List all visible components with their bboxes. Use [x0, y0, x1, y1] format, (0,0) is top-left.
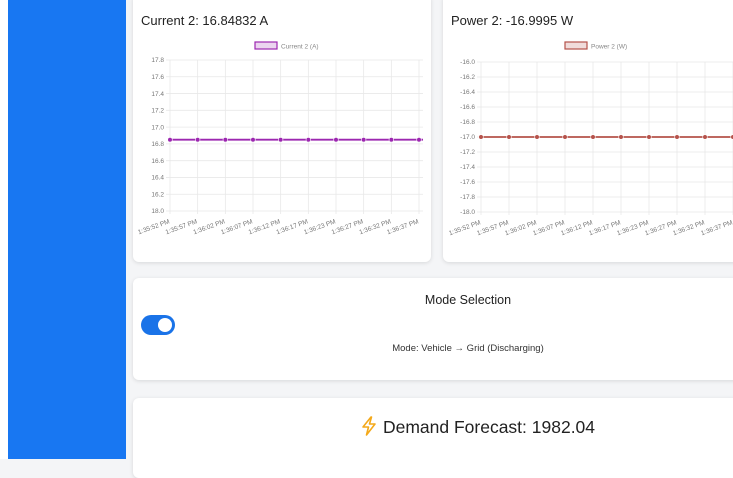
data-point [646, 134, 652, 140]
y-tick-label: -16.2 [460, 74, 475, 81]
data-point [506, 134, 512, 140]
y-tick-label: 17.6 [151, 74, 164, 81]
data-point [590, 134, 596, 140]
mode-selection-card: Mode Selection Mode: Vehicle → Grid (Dis… [133, 278, 733, 380]
y-tick-label: -16.4 [460, 89, 475, 96]
toggle-knob [158, 318, 172, 332]
mode-status-text: Mode: Vehicle → Grid (Discharging) [392, 343, 544, 354]
y-tick-label: 18.0 [151, 208, 164, 215]
y-tick-label: 17.0 [151, 124, 164, 131]
power-chart-card: Power 2: -16.9995 W Power 2 (W) -16.0 -16.… [443, 0, 733, 262]
y-tick-label: 17.2 [151, 108, 164, 115]
data-point [674, 134, 680, 140]
x-tick-label: 1:36:37 PM [700, 219, 733, 237]
power-chart: Power 2 (W) -16.0 -16.2 -16.4 -16.6 -16.8 -17.… [448, 41, 733, 237]
data-point [618, 134, 624, 140]
y-tick-label: -17.2 [460, 149, 475, 156]
data-point [388, 137, 394, 143]
data-point [278, 137, 284, 143]
y-tick-label: -18.0 [460, 209, 475, 216]
mode-toggle[interactable] [141, 315, 175, 335]
mode-selection-title: Mode Selection [424, 293, 512, 307]
sidebar [8, 0, 126, 459]
data-point [361, 137, 367, 143]
legend-label: Current 2 (A) [281, 44, 319, 51]
current-chart: Current 2 (A) 17.8 17.6 17.4 17.2 17.0 16.8 16.… [137, 41, 423, 236]
x-tick-label: 1:36:37 PM [386, 218, 420, 236]
demand-forecast-card: Demand Forecast: 1982.04 [133, 398, 733, 478]
data-point [222, 137, 228, 143]
lightning-bolt-icon [362, 416, 376, 436]
y-tick-label: 17.8 [151, 57, 164, 64]
y-tick-label: 16.6 [151, 158, 164, 165]
y-tick-label: -17.4 [460, 164, 475, 171]
data-point [534, 134, 540, 140]
y-tick-label: -16.8 [460, 119, 475, 126]
y-tick-label: -17.6 [460, 179, 475, 186]
data-point [333, 137, 339, 143]
y-tick-label: 16.2 [151, 191, 164, 198]
data-point [702, 134, 708, 140]
window-edge [0, 0, 8, 459]
y-tick-label: 16.4 [151, 175, 164, 182]
data-point [416, 137, 422, 143]
current-chart-card: Current 2: 16.84832 A Current 2 (A) 17.8 1… [133, 0, 431, 262]
data-point [250, 137, 256, 143]
data-point [195, 137, 201, 143]
data-point [562, 134, 568, 140]
legend-label: Power 2 (W) [591, 44, 627, 51]
data-point [305, 137, 311, 143]
y-tick-label: -16.0 [460, 59, 475, 66]
y-tick-label: -17.8 [460, 194, 475, 201]
y-tick-label: -17.0 [460, 134, 475, 141]
forecast-row: Demand Forecast: 1982.04 [133, 416, 733, 438]
y-tick-label: -16.6 [460, 104, 475, 111]
y-tick-label: 17.4 [151, 91, 164, 98]
legend-swatch [254, 41, 278, 50]
data-point [167, 137, 173, 143]
demand-forecast-text: Demand Forecast: 1982.04 [382, 417, 596, 437]
data-point [478, 134, 484, 140]
y-tick-label: 16.8 [151, 141, 164, 148]
legend-swatch [564, 41, 588, 50]
